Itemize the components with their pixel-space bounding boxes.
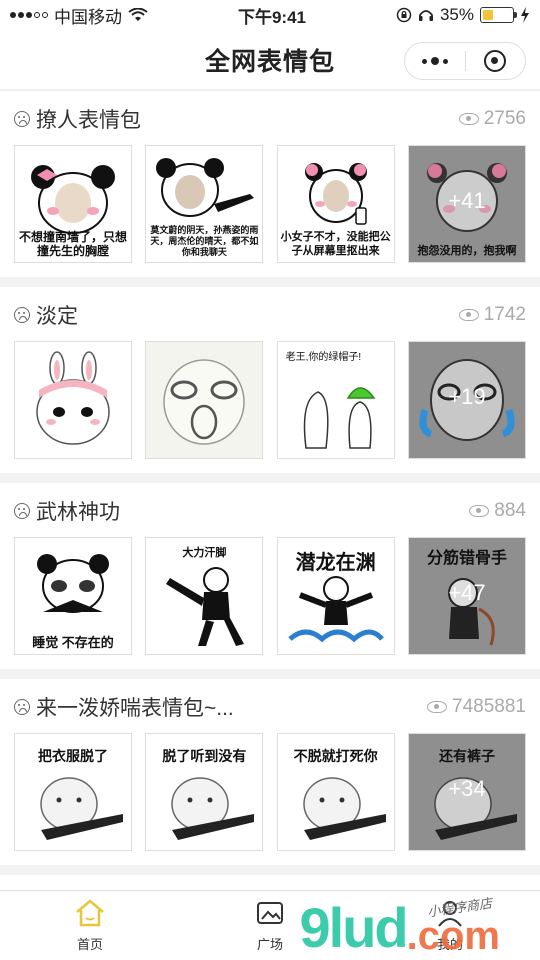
bear-gun-sticker-image bbox=[171, 777, 255, 840]
sticker-caption: 莫文蔚的阴天，孙燕姿的雨天，周杰伦的晴天，都不如你和我聊天 bbox=[150, 225, 259, 257]
sticker-pack-card[interactable]: 淡定 1742 老王,你的绿帽子! +19 bbox=[0, 287, 540, 473]
panda-sticker-image bbox=[31, 165, 115, 234]
view-count: 884 bbox=[494, 500, 526, 521]
sticker-thumbnail[interactable] bbox=[14, 341, 132, 459]
eye-icon bbox=[427, 701, 448, 713]
more-button[interactable] bbox=[405, 57, 465, 65]
pack-title: 淡定 bbox=[36, 305, 78, 328]
sticker-caption: 不脱就打死你 bbox=[293, 748, 378, 764]
tab-square[interactable]: 广场 bbox=[180, 891, 360, 960]
miniprogram-capsule bbox=[404, 42, 526, 80]
more-count: +41 bbox=[448, 188, 486, 213]
smiley-icon bbox=[14, 307, 30, 323]
sticker-thumbnail[interactable] bbox=[145, 341, 264, 459]
rotation-lock-icon bbox=[396, 7, 412, 23]
sticker-thumbnail-more[interactable]: 分筋错骨手 +47 bbox=[407, 537, 526, 655]
tab-bar: 首页 广场 我的 bbox=[0, 890, 540, 960]
sticker-pack-card[interactable]: 武林神功 884 睡觉 不存在的 大力汗脚 潜龙在渊 分筋错骨手 +47 bbox=[0, 483, 540, 669]
close-miniprogram-button[interactable] bbox=[466, 50, 526, 72]
content-scroll[interactable]: 撩人表情包 2756 不想撞南墙了，只想撞先生的胸膛 莫文蔚的阴天，孙燕姿的雨天… bbox=[0, 91, 540, 890]
battery-percent: 35% bbox=[439, 5, 474, 24]
sticker-thumbnail[interactable]: 把衣服脱了 bbox=[14, 733, 132, 851]
view-count: 1742 bbox=[483, 304, 526, 325]
tab-mine[interactable]: 我的 bbox=[360, 891, 540, 960]
sticker-thumbnail[interactable]: 老王,你的绿帽子! bbox=[276, 341, 395, 459]
more-count: +19 bbox=[448, 384, 486, 409]
dragon-sticker-image bbox=[288, 576, 384, 643]
sticker-thumbnail[interactable]: 脱了听到没有 bbox=[145, 733, 264, 851]
sticker-thumbnail[interactable]: 睡觉 不存在的 bbox=[14, 537, 132, 655]
panda-sticker-image bbox=[37, 554, 109, 613]
more-count: +47 bbox=[448, 580, 486, 605]
sticker-thumbnail[interactable]: 莫文蔚的阴天，孙燕姿的雨天，周杰伦的晴天，都不如你和我聊天 bbox=[145, 145, 264, 263]
smiley-icon bbox=[14, 111, 30, 127]
eye-icon bbox=[469, 505, 490, 517]
tab-label: 我的 bbox=[436, 937, 463, 952]
tab-home[interactable]: 首页 bbox=[0, 891, 180, 960]
pack-title: 来一泼娇喘表情包~... bbox=[36, 697, 234, 720]
eye-icon bbox=[458, 113, 479, 125]
target-icon bbox=[484, 50, 507, 72]
bear-gun-sticker-image bbox=[302, 777, 386, 840]
figures-sticker-image bbox=[303, 387, 376, 449]
sticker-thumbnail-more[interactable]: +19 bbox=[407, 341, 526, 459]
battery-icon bbox=[480, 7, 517, 23]
home-icon bbox=[76, 899, 104, 927]
sticker-caption: 把衣服脱了 bbox=[38, 748, 108, 764]
smiley-icon bbox=[14, 699, 30, 715]
page-title: 全网表情包 bbox=[204, 47, 335, 76]
sticker-thumbnail[interactable]: 大力汗脚 bbox=[145, 537, 264, 655]
signal-icon bbox=[10, 12, 48, 18]
sticker-thumbnail-more[interactable]: 还有裤子 +34 bbox=[407, 733, 526, 851]
sticker-caption: 还有裤子 bbox=[438, 748, 495, 764]
sticker-caption: 小女子不才，没能把公子从屏幕里抠出来 bbox=[280, 231, 391, 257]
sticker-caption: 老王,你的绿帽子! bbox=[285, 352, 362, 363]
pack-title: 武林神功 bbox=[36, 501, 120, 524]
charging-icon bbox=[521, 7, 529, 23]
eye-icon bbox=[458, 309, 479, 321]
sticker-thumbnail[interactable]: 不脱就打死你 bbox=[276, 733, 395, 851]
more-count: +34 bbox=[448, 776, 486, 801]
more-dots-icon bbox=[421, 57, 448, 65]
sticker-caption: 抱怨没用的，抱我啊 bbox=[417, 245, 517, 257]
panda-sticker-image bbox=[156, 158, 255, 217]
view-count: 7485881 bbox=[452, 696, 526, 717]
sticker-caption: 分筋错骨手 bbox=[426, 550, 507, 567]
sticker-pack-card[interactable]: 撩人表情包 2756 不想撞南墙了，只想撞先生的胸膛 莫文蔚的阴天，孙燕姿的雨天… bbox=[0, 91, 540, 277]
sticker-thumbnail[interactable]: 不想撞南墙了，只想撞先生的胸膛 bbox=[14, 145, 132, 263]
bunny-sticker-image bbox=[36, 351, 110, 445]
tab-label: 广场 bbox=[256, 937, 283, 952]
sticker-caption: 潜龙在渊 bbox=[295, 552, 376, 574]
status-time: 下午9:41 bbox=[237, 7, 306, 27]
navigation-bar: 全网表情包 bbox=[0, 30, 540, 90]
face-sticker-image bbox=[163, 359, 246, 445]
sticker-caption: 大力汗脚 bbox=[182, 547, 227, 559]
sticker-pack-card[interactable] bbox=[0, 875, 540, 890]
panda-sticker-image bbox=[304, 163, 367, 225]
status-bar: 中国移动 下午9:41 35% bbox=[0, 0, 540, 30]
square-icon bbox=[257, 902, 283, 924]
sticker-thumbnail[interactable]: 潜龙在渊 bbox=[276, 537, 395, 655]
user-icon bbox=[438, 901, 462, 927]
sticker-caption: 睡觉 不存在的 bbox=[32, 635, 114, 650]
wifi-icon bbox=[128, 8, 148, 21]
sticker-thumbnail[interactable]: 小女子不才，没能把公子从屏幕里抠出来 bbox=[276, 145, 395, 263]
view-count: 2756 bbox=[483, 108, 526, 129]
sticker-thumbnail-more[interactable]: +41 抱怨没用的，抱我啊 bbox=[407, 145, 526, 263]
sticker-pack-card[interactable]: 来一泼娇喘表情包~... 7485881 把衣服脱了 脱了听到没有 不脱就打死你… bbox=[0, 679, 540, 865]
sticker-caption: 脱了听到没有 bbox=[162, 748, 247, 764]
smiley-icon bbox=[14, 503, 30, 519]
kung-fu-sticker-image bbox=[166, 567, 245, 646]
sticker-caption: 不想撞南墙了，只想撞先生的胸膛 bbox=[18, 230, 127, 258]
pack-title: 撩人表情包 bbox=[36, 109, 141, 132]
carrier-label: 中国移动 bbox=[54, 7, 122, 27]
headphones-icon bbox=[418, 10, 433, 21]
bear-gun-sticker-image bbox=[40, 777, 123, 840]
tab-label: 首页 bbox=[76, 937, 103, 952]
